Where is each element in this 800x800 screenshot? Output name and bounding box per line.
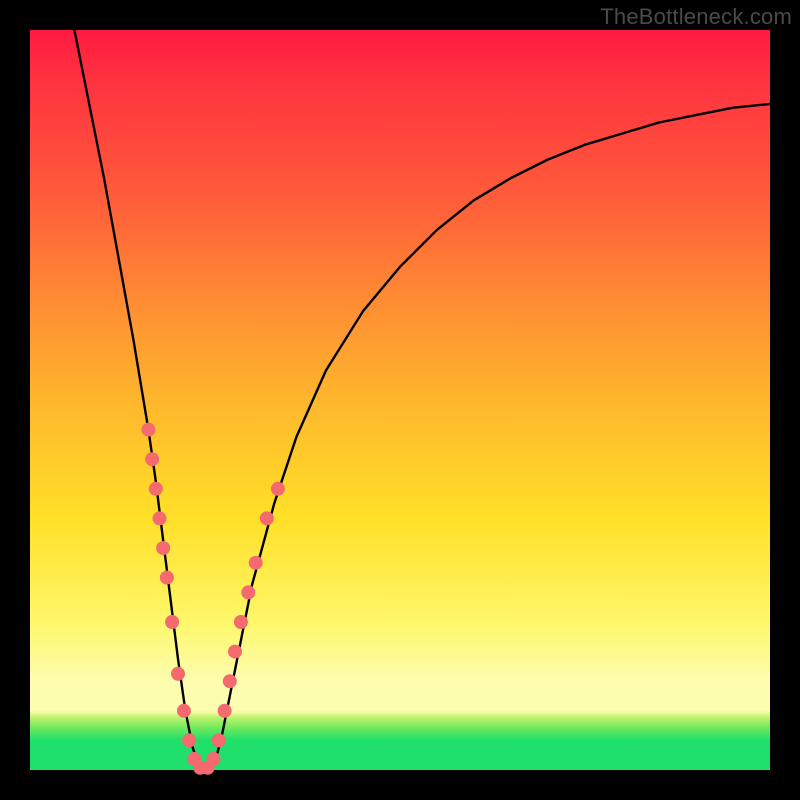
marker-dot	[171, 667, 185, 681]
marker-dot	[218, 704, 232, 718]
bottleneck-curve-path	[74, 30, 770, 770]
chart-svg	[30, 30, 770, 770]
chart-plot-area	[30, 30, 770, 770]
marker-dot	[271, 482, 285, 496]
marker-dot	[156, 541, 170, 555]
marker-dot	[160, 571, 174, 585]
curve-layer	[74, 30, 770, 770]
marker-dot	[212, 733, 226, 747]
marker-dot	[260, 511, 274, 525]
marker-dot	[228, 645, 242, 659]
marker-dot	[234, 615, 248, 629]
marker-dot	[165, 615, 179, 629]
marker-dot	[141, 423, 155, 437]
marker-dot	[249, 556, 263, 570]
marker-dot	[223, 674, 237, 688]
watermark-text: TheBottleneck.com	[600, 4, 792, 30]
chart-frame: TheBottleneck.com	[0, 0, 800, 800]
marker-dot	[177, 704, 191, 718]
marker-dot	[207, 752, 221, 766]
marker-dot	[153, 511, 167, 525]
marker-dot	[149, 482, 163, 496]
marker-dot	[241, 585, 255, 599]
marker-layer	[141, 423, 285, 775]
marker-dot	[182, 733, 196, 747]
marker-dot	[145, 452, 159, 466]
